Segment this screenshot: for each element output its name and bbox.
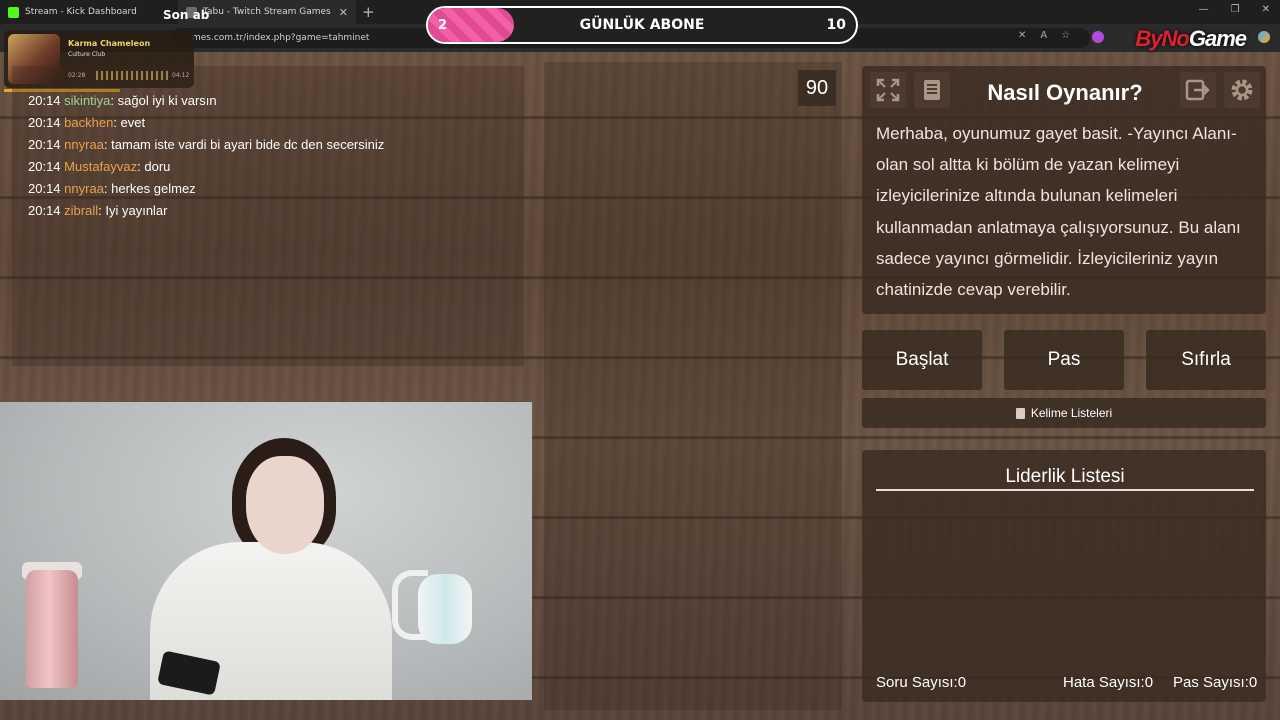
how-to-play-title: Nasıl Oynanır? xyxy=(987,80,1143,105)
url-text: mes.com.tr/index.php?game=tahminet xyxy=(192,33,370,43)
extension-icon[interactable] xyxy=(1092,31,1104,43)
tab-kick-dashboard[interactable]: Stream - Kick Dashboard xyxy=(0,0,178,24)
tab-title: Tabu - Twitch Stream Games xyxy=(203,7,331,17)
fullscreen-button[interactable] xyxy=(870,72,906,108)
close-window-icon[interactable]: ✕ xyxy=(1262,4,1270,15)
chat-username: sikintiya xyxy=(64,93,111,108)
chat-username: zibrall xyxy=(64,203,99,218)
round-timer: 90 xyxy=(798,70,836,106)
daily-sub-goal-bar: 2 GÜNLÜK ABONE 10 xyxy=(426,6,858,44)
streamer-word-area xyxy=(544,62,842,710)
settings-button[interactable] xyxy=(1224,72,1260,108)
start-button[interactable]: Başlat xyxy=(862,330,982,390)
exit-icon xyxy=(1185,79,1210,101)
song-title: Karma Chameleon xyxy=(68,39,151,48)
chat-message: 20:14 sikintiya: sağol iyi ki varsın xyxy=(28,93,217,108)
sub-goal-target: 10 xyxy=(826,17,846,33)
pink-tumbler xyxy=(26,570,78,688)
recent-sub-label: Son ab xyxy=(163,8,210,22)
question-count: Soru Sayısı:0 xyxy=(876,674,967,691)
gear-icon xyxy=(1231,79,1253,101)
copilot-icon[interactable] xyxy=(1258,31,1270,43)
address-bar-tools: ✕ A ☆ xyxy=(1018,30,1070,41)
pass-count: Pas Sayısı:0 xyxy=(1173,674,1258,691)
word-lists-label: Kelime Listeleri xyxy=(1030,406,1113,420)
close-tab-icon[interactable]: ✕ xyxy=(339,6,348,19)
bynogame-logo: ByNoGame xyxy=(1135,26,1247,51)
error-count: Hata Sayısı:0 xyxy=(1063,674,1154,691)
chat-message: 20:14 zibrall: Iyi yayınlar xyxy=(28,203,168,218)
webcam-feed xyxy=(0,402,532,700)
chat-message: 20:14 nnyraa: herkes gelmez xyxy=(28,181,196,196)
maximize-icon[interactable]: ❐ xyxy=(1231,4,1240,15)
chat-username: nnyraa xyxy=(64,181,104,196)
favorite-star-icon[interactable]: ☆ xyxy=(1061,30,1070,41)
song-artist: Culture Club xyxy=(68,51,106,58)
minimize-icon[interactable]: — xyxy=(1199,4,1209,15)
new-tab-button[interactable]: + xyxy=(362,3,375,21)
sub-goal-title: GÜNLÜK ABONE xyxy=(579,17,705,33)
leaderboard-divider xyxy=(876,489,1254,491)
chat-message: 20:14 nnyraa: tamam iste vardi bi ayari … xyxy=(28,137,385,152)
chat-message: 20:14 backhen: evet xyxy=(28,115,146,130)
tab-title: Stream - Kick Dashboard xyxy=(25,7,137,17)
mic-off-icon[interactable]: ✕ xyxy=(1018,30,1026,41)
streamer-face xyxy=(246,456,324,554)
kick-icon xyxy=(8,6,19,18)
notepad-icon xyxy=(1015,407,1025,419)
chat-username: backhen xyxy=(64,115,114,130)
chat-messages: 20:14 sikintiya: sağol iyi ki varsın 20:… xyxy=(28,90,384,222)
microphone xyxy=(418,574,472,644)
how-to-play-text: Merhaba, oyunumuz gayet basit. -Yayıncı … xyxy=(876,124,1241,300)
read-aloud-icon[interactable]: A xyxy=(1040,30,1047,41)
word-lists-button[interactable]: Kelime Listeleri xyxy=(862,398,1266,428)
fullscreen-icon xyxy=(876,78,900,102)
leaderboard-title: Liderlik Listesi xyxy=(1005,466,1125,487)
chat-message: 20:14 Mustafayvaz: doru xyxy=(28,159,171,174)
rules-button[interactable] xyxy=(914,72,950,108)
chat-username: nnyraa xyxy=(64,137,104,152)
exit-button[interactable] xyxy=(1180,72,1216,108)
pass-button[interactable]: Pas xyxy=(1004,330,1124,390)
reset-button[interactable]: Sıfırla xyxy=(1146,330,1266,390)
document-icon xyxy=(924,80,940,100)
window-controls: — ❐ ✕ xyxy=(1199,4,1270,15)
chat-username: Mustafayvaz xyxy=(64,159,138,174)
